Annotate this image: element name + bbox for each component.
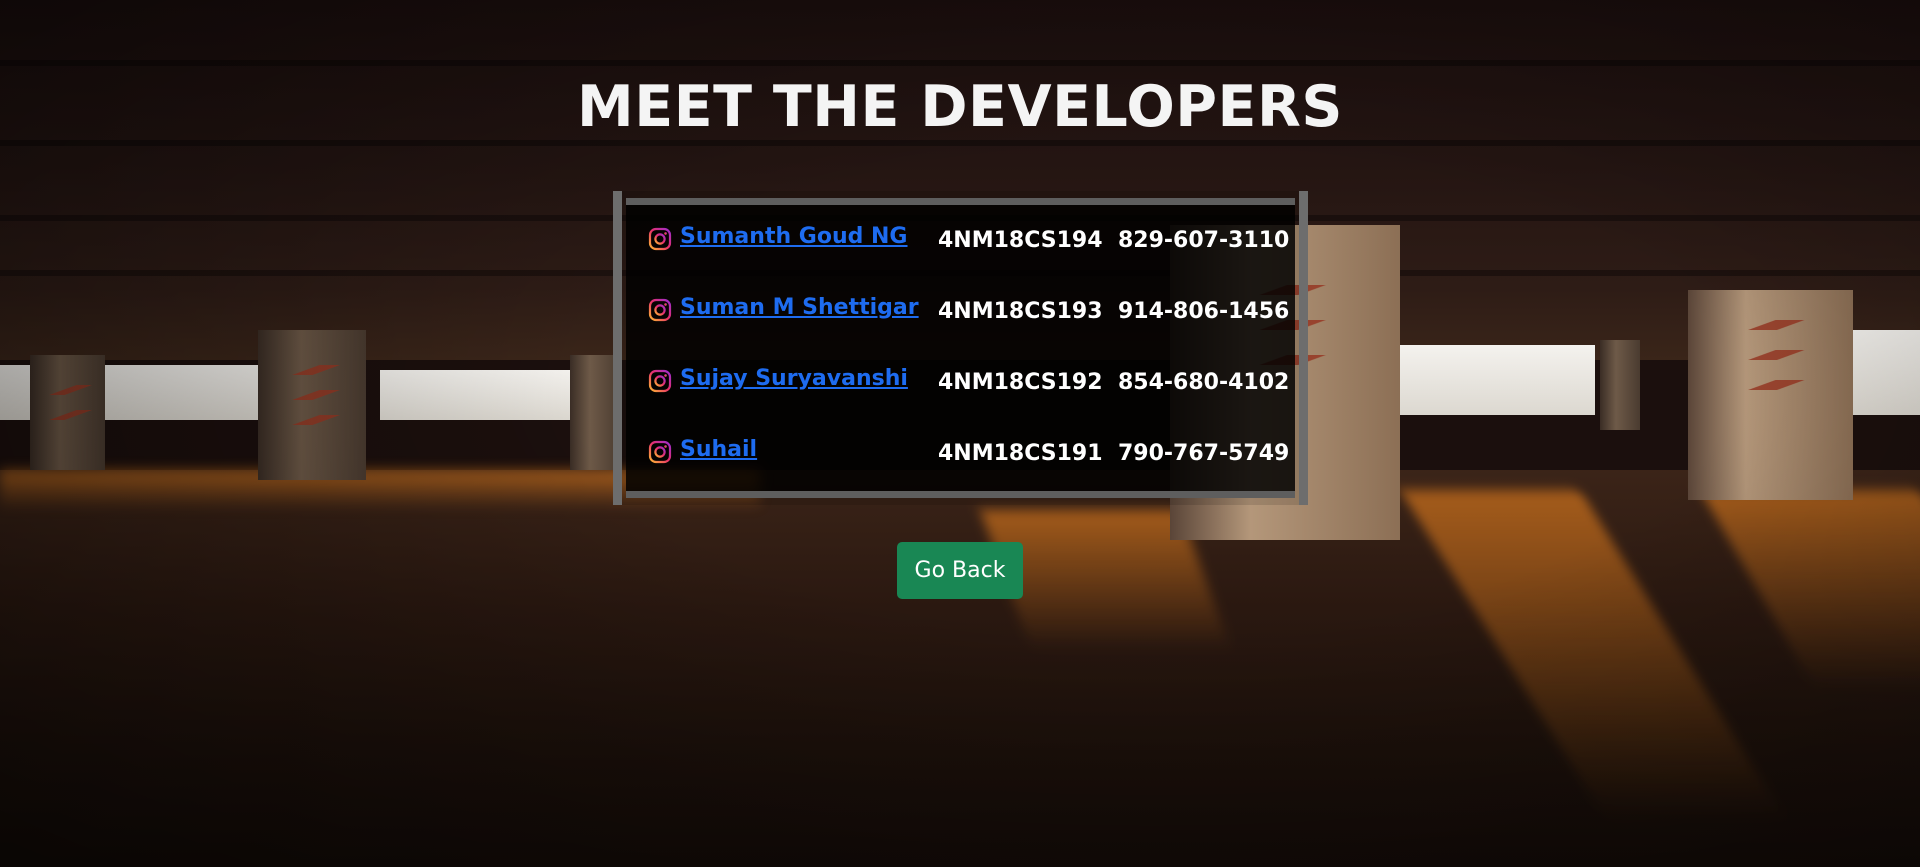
developer-link[interactable]: Suman M Shettigar <box>680 295 919 320</box>
table-row: Sumanth Goud NG 4NM18CS194 829-607-3110 <box>626 205 1295 276</box>
developer-usn: 4NM18CS192 <box>938 370 1103 395</box>
table-row: Suman M Shettigar 4NM18CS193 914-806-145… <box>626 276 1295 347</box>
instagram-icon[interactable] <box>648 369 672 393</box>
developer-link[interactable]: Sumanth Goud NG <box>680 224 908 249</box>
developers-table: Sumanth Goud NG 4NM18CS194 829-607-3110 … <box>626 205 1295 489</box>
developer-phone: 790-767-5749 <box>1118 441 1290 466</box>
developers-card: Sumanth Goud NG 4NM18CS194 829-607-3110 … <box>613 191 1308 505</box>
developers-table-container: Sumanth Goud NG 4NM18CS194 829-607-3110 … <box>626 198 1295 498</box>
table-row: Sujay Suryavanshi 4NM18CS192 854-680-410… <box>626 347 1295 418</box>
table-row: Suhail 4NM18CS191 790-767-5749 <box>626 418 1295 489</box>
developer-phone: 914-806-1456 <box>1118 299 1290 324</box>
developer-usn: 4NM18CS191 <box>938 441 1103 466</box>
instagram-icon[interactable] <box>648 298 672 322</box>
developer-usn: 4NM18CS193 <box>938 299 1103 324</box>
developer-name-cell: Sujay Suryavanshi <box>626 347 938 418</box>
developer-name-cell: Suhail <box>626 418 938 489</box>
instagram-icon[interactable] <box>648 227 672 251</box>
developer-usn: 4NM18CS194 <box>938 228 1103 253</box>
developer-name-cell: Sumanth Goud NG <box>626 205 938 276</box>
go-back-button[interactable]: Go Back <box>897 542 1023 599</box>
developer-link[interactable]: Sujay Suryavanshi <box>680 366 908 391</box>
page-title: MEET THE DEVELOPERS <box>577 74 1343 140</box>
page: MEET THE DEVELOPERS Sumanth Goud NG 4NM1… <box>0 0 1920 867</box>
instagram-icon[interactable] <box>648 440 672 464</box>
developer-phone: 854-680-4102 <box>1118 370 1290 395</box>
developer-name-cell: Suman M Shettigar <box>626 276 938 347</box>
developer-link[interactable]: Suhail <box>680 437 757 462</box>
developer-phone: 829-607-3110 <box>1118 228 1290 253</box>
